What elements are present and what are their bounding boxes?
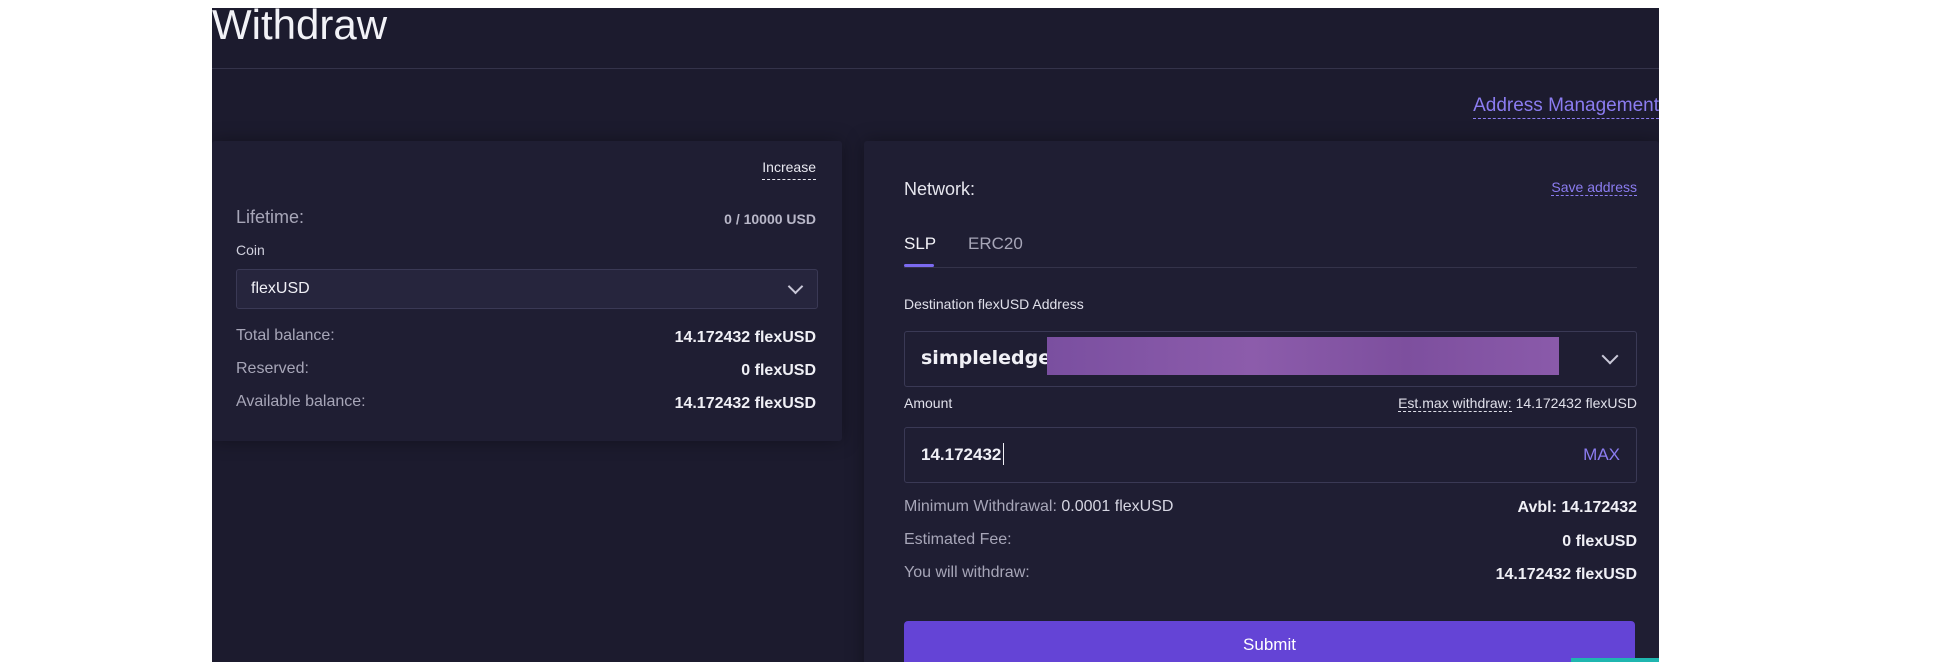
withdraw-form-panel: Network: Save address SLP ERC20 Destinat…	[864, 141, 1659, 662]
save-address-link[interactable]: Save address	[1551, 179, 1637, 196]
min-withdrawal-label: Minimum Withdrawal:	[904, 498, 1057, 515]
available-balance-label: Available balance:	[236, 393, 366, 410]
page-title: Withdraw	[212, 8, 388, 48]
est-max-label[interactable]: Est.max withdraw:	[1398, 395, 1512, 412]
min-withdrawal-value: 0.0001 flexUSD	[1061, 498, 1174, 515]
estimated-fee-label: Estimated Fee:	[904, 531, 1012, 548]
total-balance-label: Total balance:	[236, 327, 335, 344]
estimated-fee-value: 0 flexUSD	[1562, 533, 1637, 550]
min-withdrawal: Minimum Withdrawal: 0.0001 flexUSD	[904, 498, 1173, 516]
withdraw-page: Withdraw Address Management Increase Lif…	[212, 8, 1659, 662]
amount-label: Amount	[904, 395, 953, 411]
destination-address-label: Destination flexUSD Address	[904, 296, 1084, 312]
destination-address-field[interactable]: simpleledger:	[904, 331, 1637, 387]
coin-select[interactable]: flexUSD	[236, 269, 818, 309]
lifetime-value: 0 / 10000 USD	[724, 211, 816, 227]
you-will-withdraw-value: 14.172432 flexUSD	[1495, 566, 1637, 583]
available-balance-value: 14.172432 flexUSD	[674, 395, 816, 412]
active-tab-indicator	[904, 264, 934, 267]
available-amount: Avbl: 14.172432	[1517, 499, 1637, 516]
title-divider	[212, 68, 1659, 69]
est-max-withdraw: Est.max withdraw: 14.172432 flexUSD	[1398, 395, 1637, 412]
redacted-address	[1047, 337, 1559, 375]
chevron-down-icon[interactable]	[1601, 347, 1619, 365]
network-label: Network:	[904, 179, 976, 199]
lifetime-label: Lifetime:	[236, 207, 305, 227]
chevron-down-icon	[787, 278, 804, 295]
address-management-link[interactable]: Address Management	[1473, 94, 1659, 119]
submit-button[interactable]: Submit	[904, 621, 1635, 662]
total-balance-value: 14.172432 flexUSD	[674, 329, 816, 346]
teal-edge-decoration	[1571, 658, 1659, 662]
coin-label: Coin	[236, 242, 265, 258]
reserved-value: 0 flexUSD	[741, 362, 816, 379]
coin-select-value: flexUSD	[251, 280, 310, 297]
amount-value: 14.172432	[921, 445, 1002, 464]
text-caret	[1003, 443, 1004, 465]
tab-slp[interactable]: SLP	[904, 234, 936, 254]
amount-input[interactable]: 14.172432 MAX	[904, 427, 1637, 483]
tabs-divider	[904, 267, 1637, 268]
you-will-withdraw-label: You will withdraw:	[904, 564, 1030, 581]
tab-erc20[interactable]: ERC20	[968, 234, 1023, 254]
max-button[interactable]: MAX	[1583, 445, 1620, 465]
increase-limit-link[interactable]: Increase	[762, 159, 816, 180]
balance-panel: Increase Lifetime: 0 / 10000 USD Coin fl…	[212, 141, 842, 441]
reserved-label: Reserved:	[236, 360, 309, 377]
est-max-value: 14.172432 flexUSD	[1515, 395, 1637, 411]
